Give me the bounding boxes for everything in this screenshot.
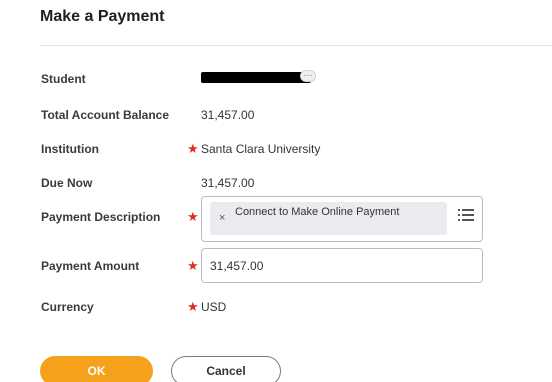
total-balance-value: 31,457.00 <box>201 108 255 122</box>
currency-required-icon: ★ <box>187 299 199 314</box>
payment-description-prompt[interactable]: × Connect to Make Online Payment <box>201 196 483 242</box>
payment-amount-box[interactable] <box>201 248 483 283</box>
student-label: Student <box>41 72 86 86</box>
currency-value: USD <box>201 300 227 314</box>
page-title: Make a Payment <box>40 8 165 25</box>
ok-button[interactable]: OK <box>40 356 153 382</box>
due-now-value: 31,457.00 <box>201 176 255 190</box>
remove-selection-icon[interactable]: × <box>219 212 225 224</box>
payment-amount-required-icon: ★ <box>187 258 199 273</box>
payment-amount-label: Payment Amount <box>41 259 140 273</box>
list-icon[interactable] <box>458 208 474 222</box>
institution-label: Institution <box>41 142 99 156</box>
title-divider <box>40 45 552 46</box>
related-actions-button[interactable]: ··· <box>300 70 316 82</box>
student-name-redacted <box>201 72 311 83</box>
payment-description-required-icon: ★ <box>187 209 199 224</box>
payment-description-label: Payment Description <box>41 210 161 224</box>
payment-description-selected-text: Connect to Make Online Payment <box>235 206 400 218</box>
payment-amount-input[interactable] <box>210 257 470 275</box>
institution-value: Santa Clara University <box>201 142 321 156</box>
currency-label: Currency <box>41 300 94 314</box>
make-payment-form: Make a Payment Student ··· Total Account… <box>0 0 552 382</box>
payment-description-selected-pill[interactable]: × Connect to Make Online Payment <box>210 202 447 235</box>
due-now-label: Due Now <box>41 176 93 190</box>
cancel-button[interactable]: Cancel <box>171 356 281 382</box>
institution-required-icon: ★ <box>187 141 199 156</box>
total-balance-label: Total Account Balance <box>41 108 170 122</box>
